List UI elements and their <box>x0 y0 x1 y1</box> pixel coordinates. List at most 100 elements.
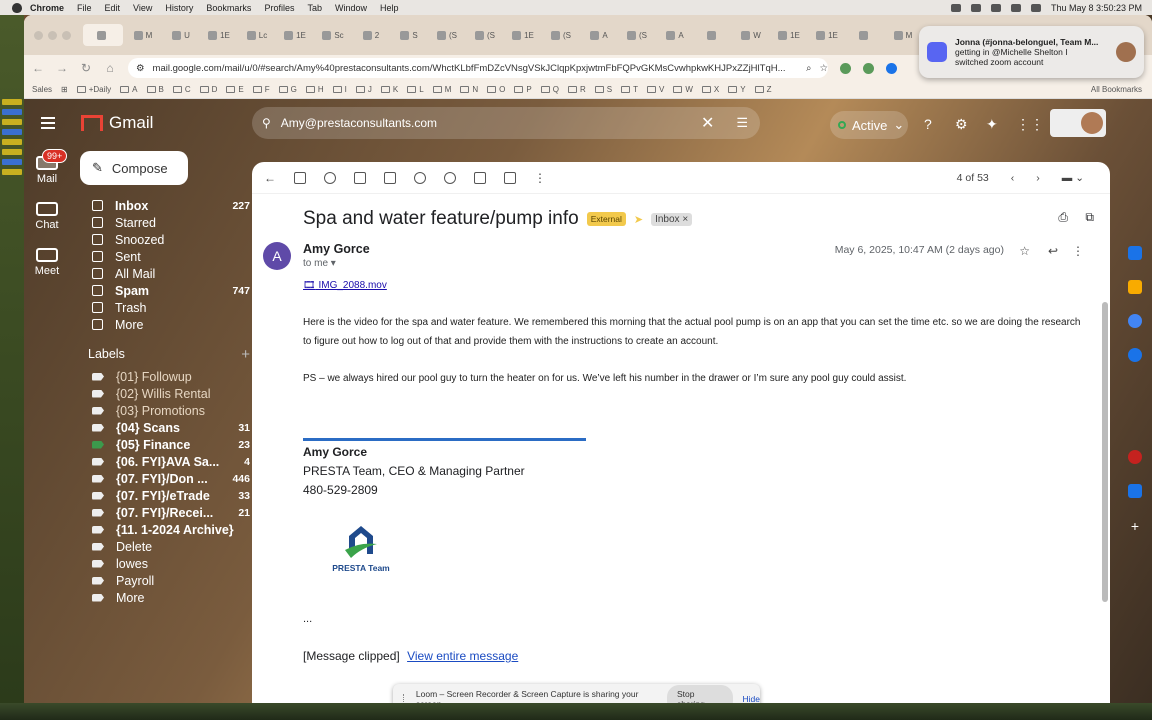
browser-tab[interactable]: 1E <box>809 24 845 46</box>
extension-icon[interactable] <box>863 62 874 74</box>
desktop-file-icon[interactable] <box>2 109 22 115</box>
minimize-window-icon[interactable] <box>48 30 57 40</box>
delete-icon[interactable] <box>354 171 366 184</box>
bookmark-folder[interactable]: I <box>332 85 347 94</box>
discord-notification[interactable]: Jonna (#jonna-belonguel, Team M... getti… <box>919 26 1144 78</box>
tasks-icon[interactable] <box>1128 314 1142 328</box>
bookmark-folder[interactable]: T <box>621 85 638 94</box>
status-icon[interactable] <box>970 3 981 12</box>
sender-avatar[interactable]: A <box>263 242 291 270</box>
bookmark-folder[interactable]: Y <box>728 85 746 94</box>
search-input[interactable]: Amy@prestaconsultants.com <box>281 116 437 130</box>
back-icon[interactable]: ← <box>32 61 44 75</box>
search-options-icon[interactable]: ☰ <box>736 115 748 131</box>
label-item[interactable]: Payroll <box>80 572 250 589</box>
get-addons-icon[interactable]: + <box>1131 518 1139 534</box>
browser-tab[interactable]: (S <box>467 24 503 46</box>
label-item[interactable]: lowes <box>80 555 250 572</box>
zoom-window-icon[interactable] <box>62 30 71 40</box>
omnibox[interactable]: ⚙ mail.google.com/mail/u/0/#search/Amy%4… <box>128 58 828 78</box>
desktop-file-icon[interactable] <box>2 129 22 135</box>
menu-file[interactable]: File <box>77 3 92 13</box>
label-item[interactable]: {07. FYI}/eTrade 33 <box>80 487 250 504</box>
bookmark-folder[interactable]: H <box>305 85 324 94</box>
message-scrollbar[interactable] <box>1102 302 1108 602</box>
settings-gear-icon[interactable]: ⚙ <box>955 116 968 133</box>
bookmark-folder[interactable]: D <box>199 85 217 94</box>
bookmark-folder[interactable]: Z <box>754 85 771 94</box>
bookmark-sales[interactable]: Sales <box>32 85 52 94</box>
status-icon[interactable] <box>990 3 1001 12</box>
browser-tab[interactable]: (S <box>429 24 465 46</box>
label-item[interactable]: {06. FYI}AVA Sa... 4 <box>80 453 250 470</box>
gmail-logo[interactable]: Gmail <box>81 113 153 133</box>
addon-icon[interactable] <box>1128 450 1142 464</box>
more-options-icon[interactable]: ⋮ <box>1072 244 1084 258</box>
label-item[interactable]: Delete <box>80 538 250 555</box>
older-icon[interactable]: › <box>1036 172 1040 184</box>
rail-mail[interactable]: 99+ Mail <box>24 147 70 193</box>
status-toggle[interactable]: Active ⌄ <box>830 111 908 139</box>
clear-search-icon[interactable]: ✕ <box>701 113 714 133</box>
all-bookmarks[interactable]: All Bookmarks <box>1091 85 1142 94</box>
menu-history[interactable]: History <box>165 3 193 13</box>
more-actions-icon[interactable]: ⋮ <box>534 171 546 185</box>
label-item[interactable]: {11. 1-2024 Archive} <box>80 521 250 538</box>
menu-view[interactable]: View <box>133 3 152 13</box>
desktop-file-icon[interactable] <box>2 149 22 155</box>
browser-tab[interactable]: 1E <box>277 24 313 46</box>
menu-profiles[interactable]: Profiles <box>264 3 294 13</box>
label-icon[interactable] <box>504 171 516 184</box>
desktop-file-icon[interactable] <box>2 119 22 125</box>
search-bar[interactable]: ⚲ Amy@prestaconsultants.com ✕ ☰ <box>252 107 760 139</box>
menu-app-name[interactable]: Chrome <box>30 3 64 13</box>
account-switcher[interactable] <box>1050 109 1106 137</box>
desktop-file-icon[interactable] <box>2 159 22 165</box>
extension-icon[interactable] <box>840 62 851 74</box>
contacts-icon[interactable] <box>1128 348 1142 362</box>
label-item[interactable]: {03} Promotions <box>80 402 250 419</box>
battery-icon[interactable] <box>1030 3 1041 12</box>
report-spam-icon[interactable] <box>324 171 336 184</box>
reload-icon[interactable]: ↻ <box>80 61 92 75</box>
browser-tab[interactable]: A <box>581 24 617 46</box>
bookmark-folder[interactable]: W <box>673 85 693 94</box>
menu-bookmarks[interactable]: Bookmarks <box>206 3 251 13</box>
browser-tab[interactable] <box>695 24 731 46</box>
browser-tab[interactable]: 1E <box>201 24 237 46</box>
bookmark-folder[interactable]: R <box>567 85 586 94</box>
folder-item[interactable]: Starred <box>80 214 250 231</box>
folder-item[interactable]: Spam 747 <box>80 282 250 299</box>
rail-meet[interactable]: Meet <box>24 239 70 285</box>
bookmark-folder[interactable]: F <box>252 85 270 94</box>
help-icon[interactable]: ? <box>924 116 932 132</box>
browser-tab[interactable] <box>83 24 123 46</box>
browser-tab[interactable]: U <box>163 24 199 46</box>
inbox-label-chip[interactable]: Inbox × <box>651 212 693 226</box>
folder-item[interactable]: Trash <box>80 299 250 316</box>
sender-name[interactable]: Amy Gorce <box>303 242 370 256</box>
label-item[interactable]: {07. FYI}/Don ... 446 <box>80 470 250 487</box>
bookmark-folder[interactable]: S <box>594 85 612 94</box>
bookmark-folder[interactable]: J <box>355 85 372 94</box>
attachment-link[interactable]: 🎞 IMG_2088.mov <box>303 280 387 291</box>
browser-tab[interactable] <box>847 24 883 46</box>
input-tools-icon[interactable]: ▬ ⌄ <box>1062 172 1084 184</box>
desktop-file-icon[interactable] <box>2 169 22 175</box>
folder-item[interactable]: More <box>80 316 250 333</box>
zoom-addon-icon[interactable] <box>1128 484 1142 498</box>
label-item[interactable]: More <box>80 589 250 606</box>
bookmark-folder[interactable]: V <box>646 85 664 94</box>
browser-tab[interactable]: (S <box>543 24 579 46</box>
browser-tab[interactable]: M <box>125 24 161 46</box>
move-to-icon[interactable] <box>474 171 486 184</box>
apps-grid-icon[interactable]: ⊞ <box>61 85 68 94</box>
open-new-window-icon[interactable]: ⧉ <box>1085 210 1094 225</box>
gemini-sparkle-icon[interactable]: ✦ <box>986 116 998 133</box>
wifi-icon[interactable] <box>1010 3 1021 12</box>
archive-icon[interactable] <box>294 171 306 184</box>
browser-tab[interactable]: 1E <box>771 24 807 46</box>
menu-window[interactable]: Window <box>335 3 367 13</box>
browser-tab[interactable]: Lc <box>239 24 275 46</box>
reply-icon[interactable]: ↩ <box>1048 244 1058 258</box>
